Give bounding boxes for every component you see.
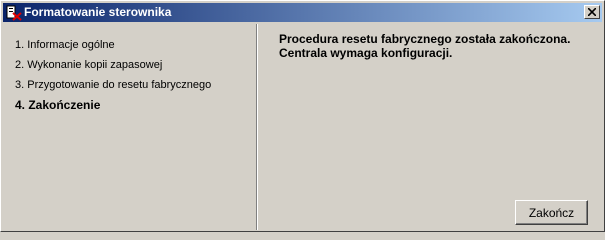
- message-line-1: Procedura resetu fabrycznego została zak…: [279, 32, 571, 46]
- dialog-window: Formatowanie sterownika 1. Informacje og…: [0, 0, 605, 232]
- step-item-active: 4. Zakończenie: [15, 98, 101, 112]
- step-item: 2. Wykonanie kopii zapasowej: [15, 59, 163, 71]
- app-icon: [6, 5, 22, 21]
- step-item: 3. Przygotowanie do resetu fabrycznego: [15, 79, 212, 91]
- message-line-2: Centrala wymaga konfiguracji.: [279, 46, 453, 60]
- steps-list: 1. Informacje ogólne 2. Wykonanie kopii …: [15, 39, 211, 119]
- close-icon: [588, 8, 596, 16]
- window-title: Formatowanie sterownika: [24, 5, 172, 19]
- close-button[interactable]: [584, 5, 600, 19]
- completion-message: Procedura resetu fabrycznego została zak…: [279, 32, 570, 60]
- step-item: 1. Informacje ogólne: [15, 39, 115, 51]
- title-bar[interactable]: Formatowanie sterownika: [3, 3, 602, 22]
- finish-button[interactable]: Zakończ: [515, 200, 588, 225]
- panel-divider: [256, 24, 258, 230]
- content-panel: Procedura resetu fabrycznego została zak…: [259, 24, 602, 230]
- steps-panel: 1. Informacje ogólne 2. Wykonanie kopii …: [4, 24, 255, 230]
